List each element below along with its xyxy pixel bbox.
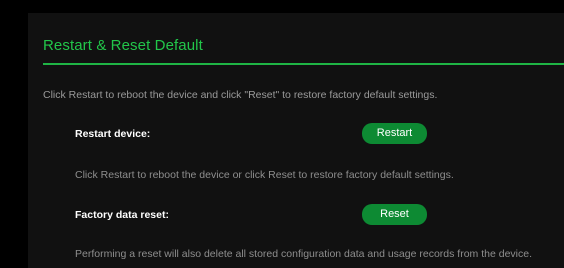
reset-button[interactable]: Reset <box>362 204 427 225</box>
restart-device-label: Restart device: <box>75 128 151 140</box>
section-description: Click Restart to reboot the device and c… <box>43 89 438 101</box>
restart-button[interactable]: Restart <box>362 123 427 144</box>
restart-help-text: Click Restart to reboot the device or cl… <box>75 169 454 181</box>
section-title: Restart & Reset Default <box>43 37 203 54</box>
title-divider <box>43 63 564 65</box>
reset-help-text: Performing a reset will also delete all … <box>75 248 532 260</box>
page: Restart & Reset Default Click Restart to… <box>0 0 564 268</box>
factory-reset-label: Factory data reset: <box>75 209 169 221</box>
